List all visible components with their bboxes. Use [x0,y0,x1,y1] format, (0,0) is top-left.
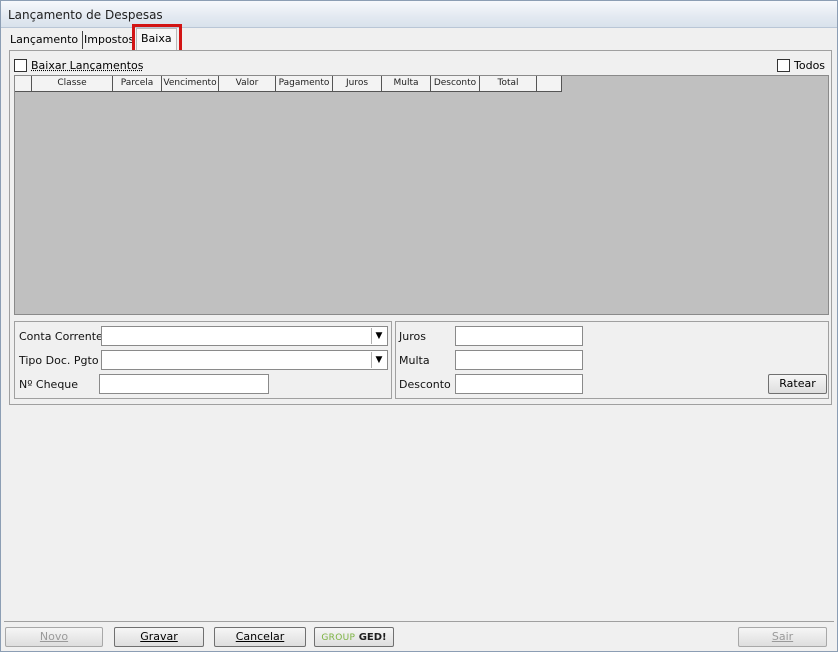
baixar-lancamentos-checkbox[interactable] [14,59,27,72]
baixar-lancamentos-label[interactable]: Baixar Lançamentos [31,59,143,72]
todos-checkbox[interactable] [777,59,790,72]
tab-strip: Lançamento Impostos Baixa [6,28,832,50]
tipo-doc-label: Tipo Doc. Pgto [19,354,99,367]
cheque-label: Nº Cheque [19,378,79,391]
grid-col-valor[interactable]: Valor [219,76,276,92]
juros-input[interactable] [455,326,583,346]
tab-baixa[interactable]: Baixa [136,28,177,50]
grid-col-parcela[interactable]: Parcela [113,76,162,92]
grid-header: Classe Parcela Vencimento Valor Pagament… [15,76,562,92]
desconto-input[interactable] [455,374,583,394]
multa-label: Multa [399,354,430,367]
tab-impostos[interactable]: Impostos [80,31,138,49]
baixa-panel: Baixar Lançamentos Todos Classe Parcela … [9,50,832,405]
grid-col-extra[interactable] [537,76,562,92]
cancelar-button[interactable]: Cancelar [214,627,306,647]
grid-col-pagamento[interactable]: Pagamento [276,76,333,92]
tab-lancamento[interactable]: Lançamento [6,31,84,49]
todos-label[interactable]: Todos [794,59,825,72]
chevron-down-icon[interactable]: ▼ [371,328,386,344]
grid-row-selector-header[interactable] [15,76,32,92]
payment-group-left: Conta Corrente ▼ Tipo Doc. Pgto ▼ Nº Che… [14,321,392,399]
juros-label: Juros [399,330,426,343]
payment-group-right: Juros Multa Desconto Ratear [395,321,829,399]
conta-corrente-select[interactable]: ▼ [101,326,388,346]
footer-bar: Novo Gravar Cancelar GROUP GED! Sair [4,621,834,651]
todos-row[interactable]: Todos [777,59,825,72]
ratear-button[interactable]: Ratear [768,374,827,394]
tipo-doc-select[interactable]: ▼ [101,350,388,370]
grid-col-total[interactable]: Total [480,76,537,92]
chevron-down-icon[interactable]: ▼ [371,352,386,368]
gravar-button[interactable]: Gravar [114,627,204,647]
multa-input[interactable] [455,350,583,370]
main-window: Lançamento de Despesas Lançamento Impost… [0,0,838,652]
window-title: Lançamento de Despesas [8,8,163,22]
group-ged-logo: GROUP GED! [321,632,387,643]
title-bar: Lançamento de Despesas [1,1,837,28]
grid-col-desconto[interactable]: Desconto [431,76,480,92]
cheque-input[interactable] [99,374,269,394]
grid-col-multa[interactable]: Multa [382,76,431,92]
conta-corrente-label: Conta Corrente [19,330,103,343]
baixar-lancamentos-row[interactable]: Baixar Lançamentos [14,59,143,72]
group-ged-button[interactable]: GROUP GED! [314,627,394,647]
sair-button[interactable]: Sair [738,627,827,647]
grid-col-vencimento[interactable]: Vencimento [162,76,219,92]
baixa-grid[interactable]: Classe Parcela Vencimento Valor Pagament… [14,75,829,315]
novo-button[interactable]: Novo [5,627,103,647]
desconto-label: Desconto [399,378,451,391]
grid-col-classe[interactable]: Classe [32,76,113,92]
grid-col-juros[interactable]: Juros [333,76,382,92]
